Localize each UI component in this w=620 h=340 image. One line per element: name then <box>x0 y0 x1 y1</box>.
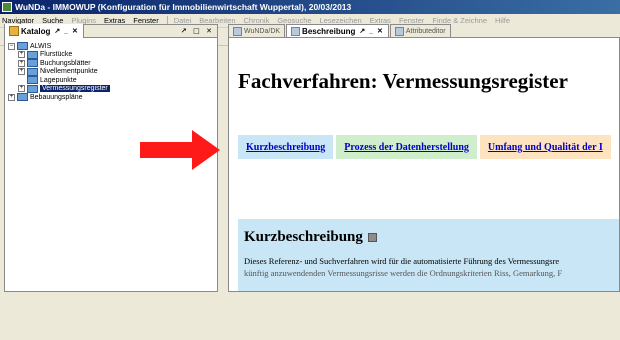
page-title: Fachverfahren: Vermessungsregister <box>238 69 568 93</box>
folder-icon <box>17 42 28 51</box>
tab-controls[interactable]: ↗ _ ✕ <box>54 27 79 35</box>
tree-item-buchungsblaetter[interactable]: + Buchungsblätter <box>8 59 218 68</box>
tree-label: Nivellementpunkte <box>40 68 98 76</box>
expand-icon[interactable]: + <box>8 93 15 101</box>
catalog-panel-header: Katalog ↗ _ ✕ ↗ □ ✕ <box>4 24 218 38</box>
expand-icon[interactable]: + <box>18 59 25 67</box>
collapse-icon[interactable]: − <box>8 42 15 50</box>
tab-katalog-label: Katalog <box>21 26 51 36</box>
content-tabbar: WuNDa/DK Beschreibung ↗ _ ✕ Attributedit… <box>228 24 620 38</box>
expand-icon[interactable]: + <box>18 85 25 93</box>
tree-label: ALWIS <box>30 42 52 50</box>
section-title: Kurzbeschreibung <box>244 229 363 245</box>
document-icon <box>291 26 301 36</box>
folder-icon <box>27 84 38 93</box>
expand-icon[interactable]: + <box>18 68 25 76</box>
catalog-icon <box>9 26 19 36</box>
section-text: Dieses Referenz- und Suchverfahren wird … <box>244 256 560 266</box>
tree-item-alwis[interactable]: − ALWIS <box>8 42 218 51</box>
folder-icon <box>27 67 38 76</box>
nav-umfang-qualitaet[interactable]: Umfang und Qualität der I <box>479 135 611 159</box>
tab-label: WuNDa/DK <box>244 27 281 35</box>
tab-label: Beschreibung <box>302 26 356 36</box>
app-icon <box>2 2 12 12</box>
tree-item-lagepunkte[interactable]: Lagepunkte <box>8 76 218 85</box>
table-icon <box>394 26 404 36</box>
tree-label: Buchungsblätter <box>40 59 91 67</box>
tab-wunda-dk[interactable]: WuNDa/DK <box>228 24 286 37</box>
tree-label-selected: Vermessungsregister <box>40 85 110 93</box>
tab-controls[interactable]: ↗ _ ✕ <box>359 27 384 35</box>
collapse-box-icon[interactable] <box>367 233 377 242</box>
window-title: WuNDa - IMMOWUP (Konfiguration für Immob… <box>15 2 352 12</box>
folder-icon <box>27 50 38 59</box>
tab-beschreibung[interactable]: Beschreibung ↗ _ ✕ <box>286 24 389 37</box>
map-icon <box>233 26 242 36</box>
folder-icon <box>17 93 28 102</box>
red-arrow-icon <box>140 130 220 170</box>
tree-item-nivellementpunkte[interactable]: + Nivellementpunkte <box>8 67 218 77</box>
section-heading: Kurzbeschreibung <box>244 229 619 246</box>
tree-item-flurstuecke[interactable]: + Flurstücke <box>8 50 218 60</box>
section-text-cut: künftig anzuwendenden Vermessungsrisse w… <box>244 268 563 278</box>
tree-label: Lagepunkte <box>40 76 77 84</box>
tree-label: Bebauungspläne <box>30 93 83 101</box>
tab-katalog[interactable]: Katalog ↗ _ ✕ <box>5 24 84 38</box>
nav-kurzbeschreibung[interactable]: Kurzbeschreibung <box>238 135 334 159</box>
description-page: Fachverfahren: Vermessungsregister Kurzb… <box>229 39 619 291</box>
section-kurzbeschreibung: Kurzbeschreibung Dieses Referenz- und Su… <box>238 219 619 291</box>
tree-item-bebauungsplaene[interactable]: + Bebauungspläne <box>8 93 218 102</box>
folder-icon <box>27 59 38 68</box>
page-nav: Kurzbeschreibung Prozess der Datenherste… <box>238 135 614 159</box>
panel-controls[interactable]: ↗ □ ✕ <box>181 27 214 35</box>
folder-icon <box>27 76 38 85</box>
expand-icon[interactable]: + <box>18 51 25 59</box>
nav-prozess-datenherstellung[interactable]: Prozess der Datenherstellung <box>336 135 477 159</box>
tab-label: Attributeditor <box>405 27 446 35</box>
title-bar: WuNDa - IMMOWUP (Konfiguration für Immob… <box>0 0 620 14</box>
tree-item-vermessungsregister[interactable]: + Vermessungsregister <box>8 84 218 94</box>
tab-attributeditor[interactable]: Attributeditor <box>389 24 451 37</box>
tree-label: Flurstücke <box>40 51 73 59</box>
